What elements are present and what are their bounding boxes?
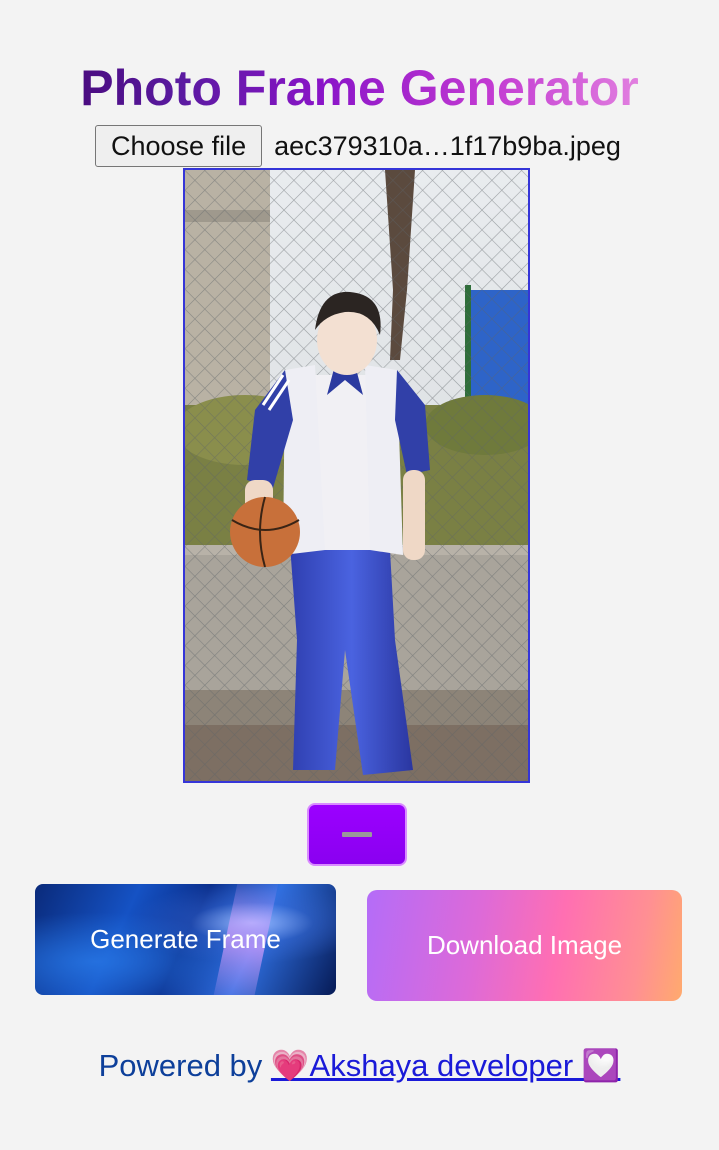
footer: Powered by 💗Akshaya developer 💟	[0, 1044, 719, 1088]
photo-preview	[183, 168, 530, 783]
choose-file-button[interactable]: Choose file	[95, 125, 263, 167]
collapse-toggle-button[interactable]	[307, 803, 407, 866]
app-page: Photo Frame Generator Choose file aec379…	[0, 0, 719, 1150]
page-title: Photo Frame Generator	[0, 56, 719, 120]
selected-file-name: aec379310a…1f17b9ba.jpeg	[274, 130, 621, 161]
file-input[interactable]: Choose file aec379310a…1f17b9ba.jpeg	[95, 124, 621, 168]
download-image-button[interactable]: Download Image	[367, 890, 682, 1001]
developer-link[interactable]: 💗Akshaya developer 💟	[271, 1048, 620, 1083]
generate-frame-label: Generate Frame	[90, 924, 281, 954]
preview-photo-image	[185, 170, 528, 781]
minus-icon	[342, 832, 372, 837]
powered-by-text: Powered by	[98, 1048, 263, 1083]
generate-frame-button[interactable]: Generate Frame	[35, 884, 336, 995]
download-image-label: Download Image	[426, 930, 623, 960]
